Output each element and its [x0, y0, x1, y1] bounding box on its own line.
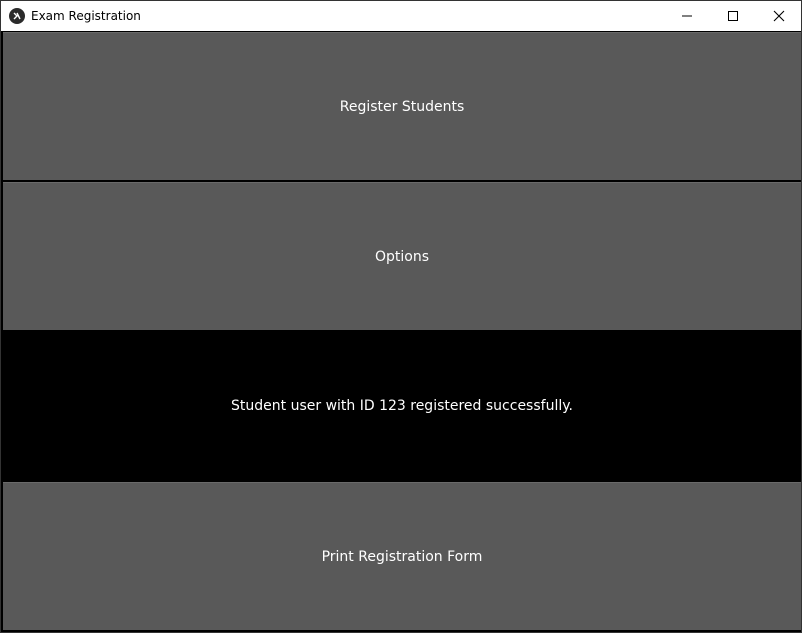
- close-icon: [773, 7, 785, 26]
- kivy-logo-icon: [9, 8, 25, 24]
- app-window: Exam Registration Register Students Opti…: [0, 0, 802, 633]
- main-content: Register Students Options Student user w…: [1, 31, 801, 632]
- window-title: Exam Registration: [31, 9, 141, 23]
- title-bar[interactable]: Exam Registration: [1, 1, 801, 31]
- status-message: Student user with ID 123 registered succ…: [231, 398, 573, 414]
- maximize-icon: [727, 7, 739, 26]
- options-label: Options: [374, 248, 430, 265]
- register-students-button[interactable]: Register Students: [3, 32, 801, 180]
- minimize-button[interactable]: [664, 1, 710, 31]
- print-registration-form-label: Print Registration Form: [321, 548, 483, 565]
- maximize-button[interactable]: [710, 1, 756, 31]
- minimize-icon: [681, 7, 693, 26]
- close-button[interactable]: [756, 1, 802, 31]
- register-students-label: Register Students: [339, 98, 465, 115]
- options-button[interactable]: Options: [3, 182, 801, 330]
- print-registration-form-button[interactable]: Print Registration Form: [3, 482, 801, 630]
